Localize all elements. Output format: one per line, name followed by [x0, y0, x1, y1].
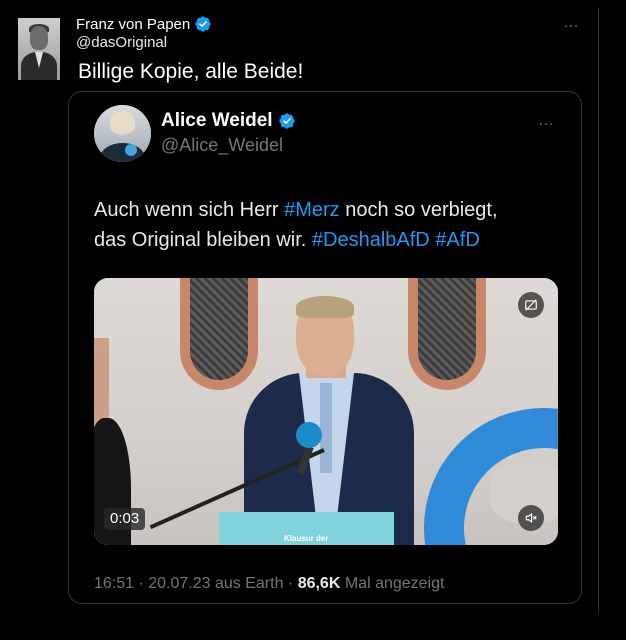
tweet-metadata: 16:51 · 20.07.23 aus Earth · 86,6K Mal a…: [94, 575, 444, 593]
text-segment: das Original bleiben wir.: [94, 229, 312, 251]
avatar-head: [30, 26, 48, 50]
hashtag-afd[interactable]: #AfD: [435, 229, 479, 251]
views-count: 86,6K: [297, 575, 341, 592]
outer-author-handle[interactable]: @dasOriginal: [76, 34, 167, 51]
outer-author-name[interactable]: Franz von Papen: [76, 15, 212, 33]
video-scene-speaker-tie: [320, 383, 332, 473]
video-duration-badge: 0:03: [104, 508, 146, 530]
mute-button[interactable]: [518, 505, 544, 531]
quoted-author-handle[interactable]: @Alice_Weidel: [161, 135, 283, 156]
verified-badge-icon: [195, 16, 211, 32]
text-segment: Auch wenn sich Herr: [94, 199, 285, 221]
hashtag-deshalbafd[interactable]: #DeshalbAfD: [312, 229, 430, 251]
caption-off-icon: [525, 299, 537, 311]
quoted-more-icon[interactable]: …: [538, 112, 555, 130]
outer-more-icon[interactable]: …: [563, 14, 580, 32]
quoted-tweet-text: Auch wenn sich Herr #Merz noch so verbie…: [94, 195, 554, 255]
views-label: Mal angezeigt: [340, 575, 445, 592]
tweet-timestamp[interactable]: 16:51 · 20.07.23 aus Earth ·: [94, 575, 298, 592]
video-player[interactable]: Klausur der 0:03: [94, 278, 558, 545]
video-scene-speaker-hair: [296, 296, 354, 318]
outer-tweet-text: Billige Kopie, alle Beide!: [78, 60, 304, 83]
text-segment: noch so verbiegt,: [339, 199, 498, 221]
video-scene-microphone: [296, 422, 322, 448]
video-scene-window: [180, 278, 258, 390]
avatar-hair: [110, 111, 135, 133]
hashtag-merz[interactable]: #Merz: [284, 199, 340, 221]
lectern-text: Klausur der: [284, 534, 329, 543]
video-scene-window: [408, 278, 486, 390]
quoted-author-name[interactable]: Alice Weidel: [161, 110, 296, 132]
quoted-author-avatar[interactable]: [94, 105, 151, 162]
mute-icon: [525, 513, 537, 523]
verified-badge-icon: [278, 113, 295, 129]
avatar-pin-badge: [125, 144, 137, 156]
captions-toggle-button[interactable]: [518, 292, 544, 318]
quoted-author-name-text[interactable]: Alice Weidel: [161, 110, 273, 132]
outer-author-name-text[interactable]: Franz von Papen: [76, 16, 190, 33]
outer-author-avatar[interactable]: [18, 18, 60, 80]
page-edge-divider: [598, 8, 599, 613]
